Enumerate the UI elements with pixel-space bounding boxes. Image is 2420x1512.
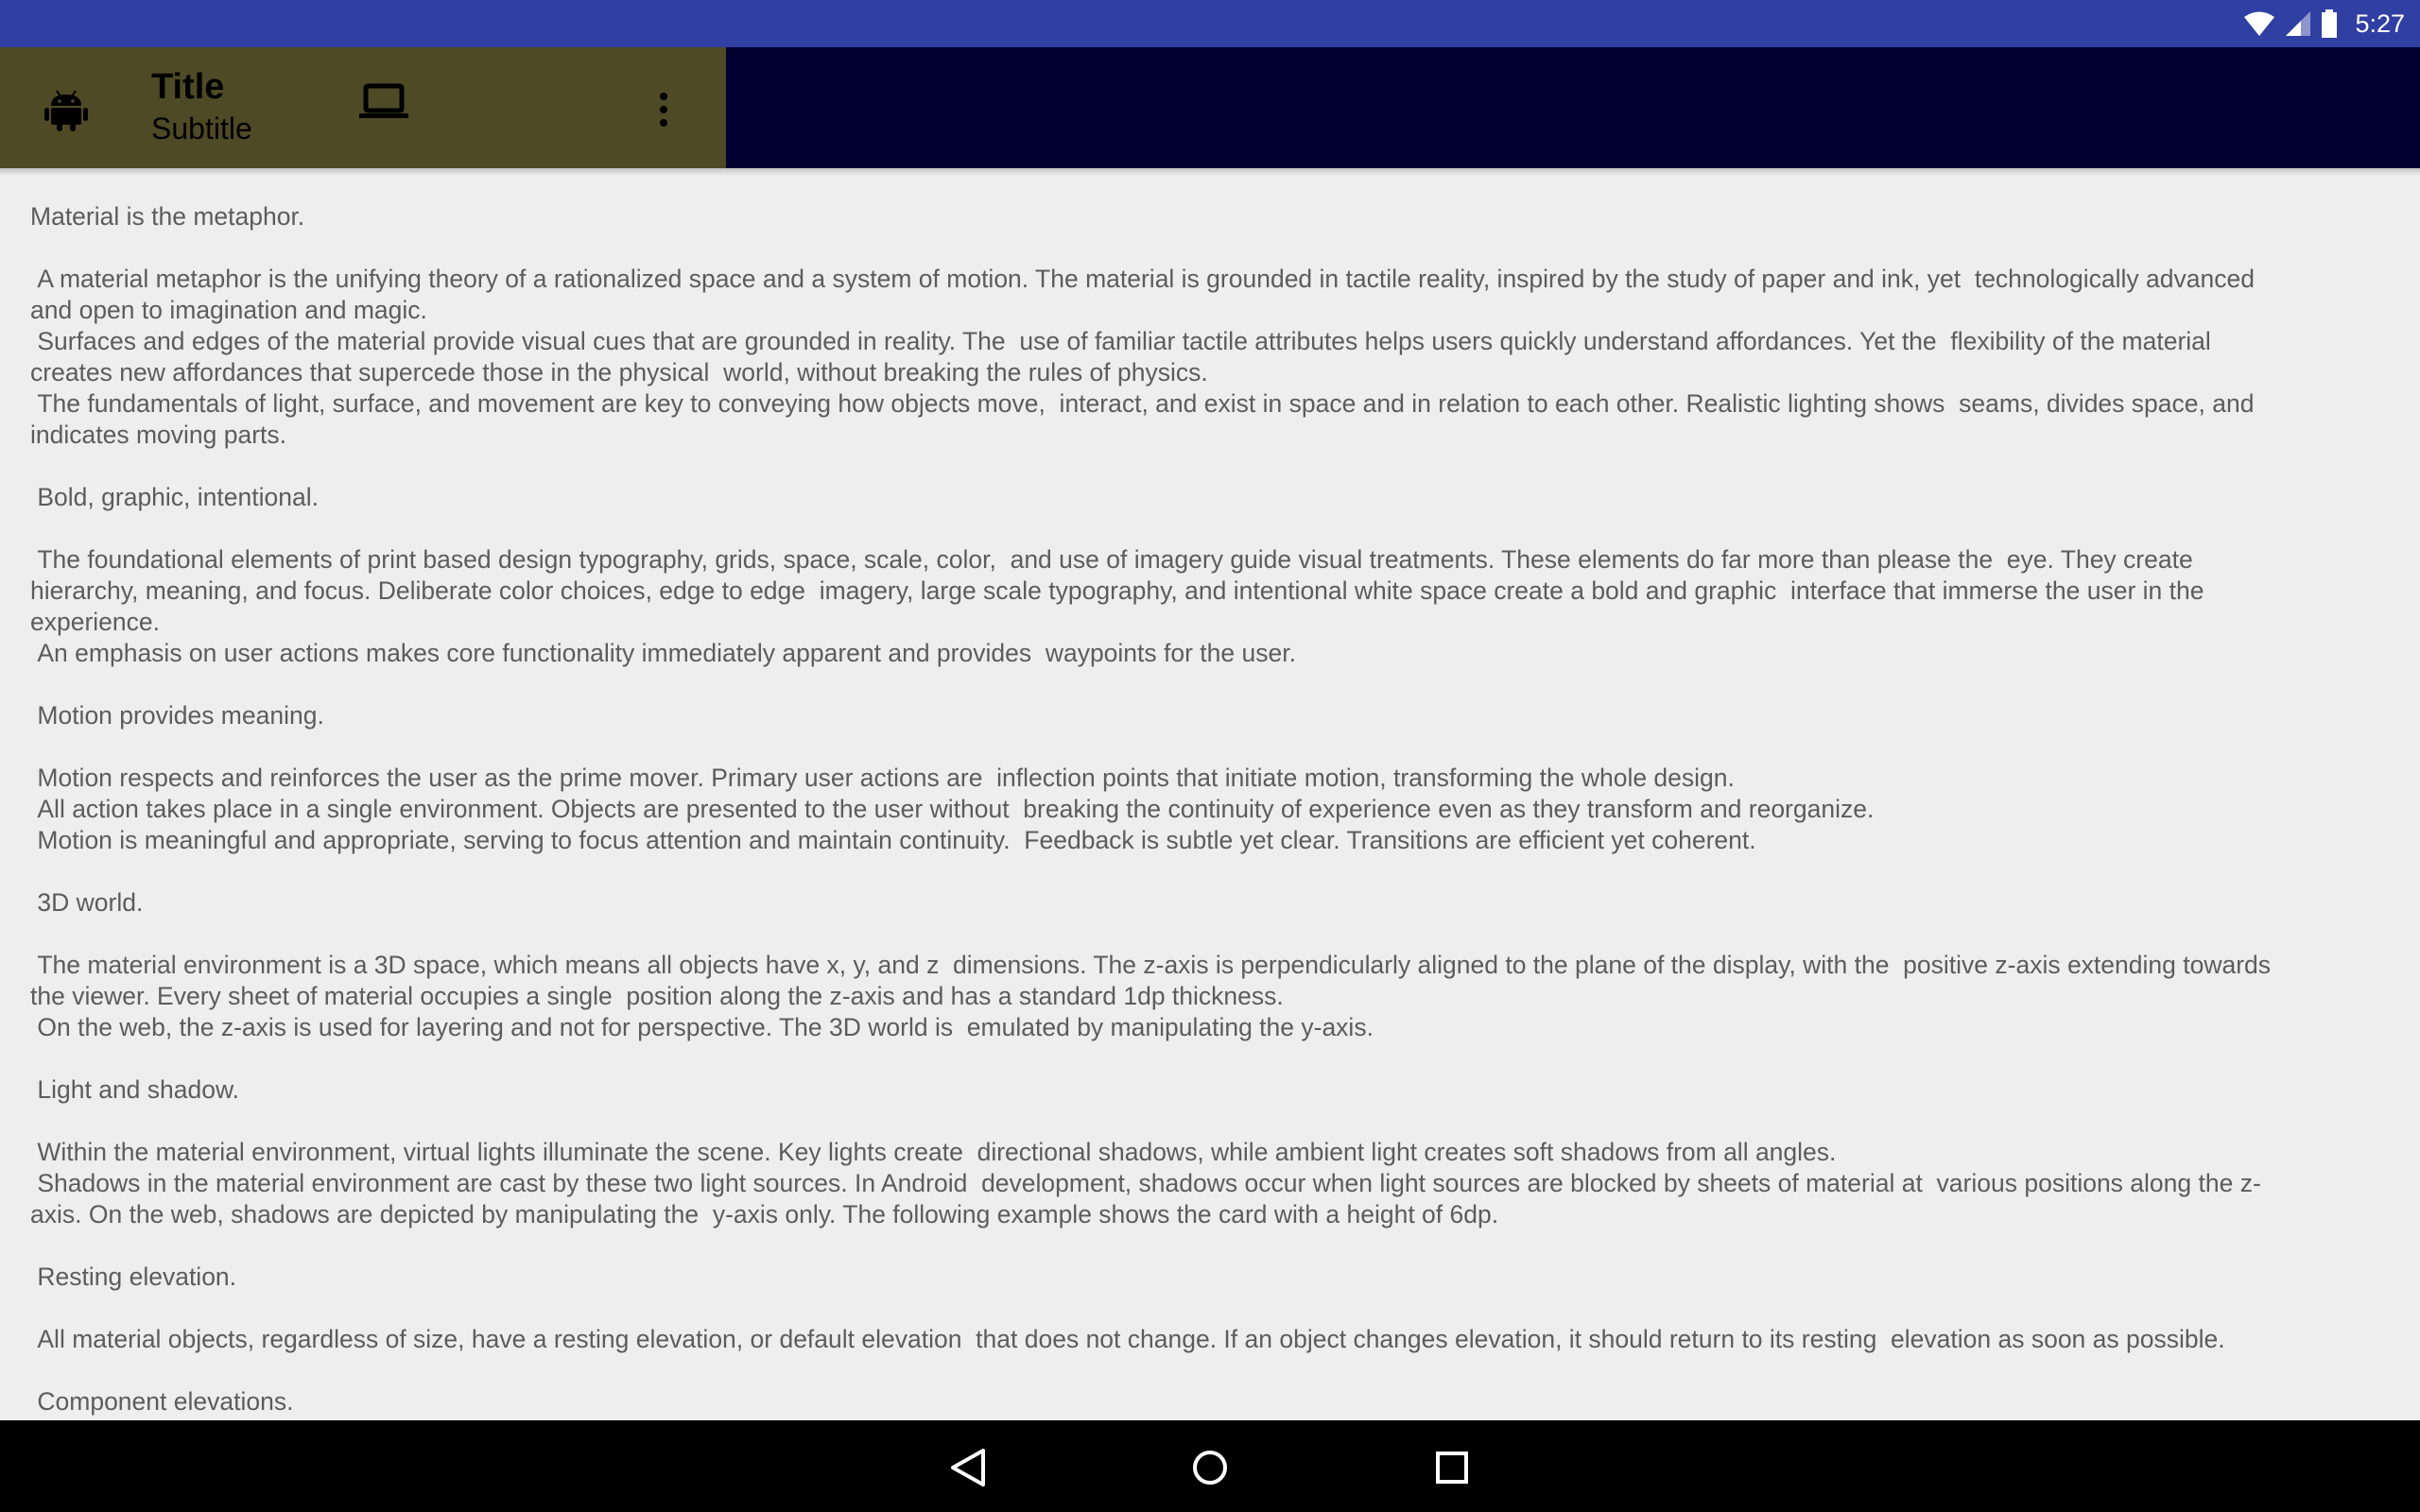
text-line: A material metaphor is the unifying theo… xyxy=(30,265,2255,293)
text-line: Component elevations. xyxy=(30,1387,294,1416)
home-icon[interactable] xyxy=(1189,1447,1231,1488)
text-line: Motion is meaningful and appropriate, se… xyxy=(30,826,1756,854)
text-line: Surfaces and edges of the material provi… xyxy=(30,327,2211,355)
status-time: 5:27 xyxy=(2355,9,2405,38)
android-icon[interactable] xyxy=(43,87,89,132)
text-line: On the web, the z-axis is used for layer… xyxy=(30,1013,1374,1041)
wifi-icon xyxy=(2244,11,2275,36)
text-line: The material environment is a 3D space, … xyxy=(30,951,2272,979)
text-line: Motion provides meaning. xyxy=(30,701,324,730)
toolbar-titles: Title Subtitle xyxy=(151,66,340,147)
toolbar-subtitle: Subtitle xyxy=(151,112,252,146)
toolbar-title: Title xyxy=(151,67,225,107)
text-line: Light and shadow. xyxy=(30,1075,240,1104)
text-line: and open to imagination and magic. xyxy=(30,296,427,324)
toolbar-shadow xyxy=(0,168,2420,176)
text-line: axis. On the web, shadows are depicted b… xyxy=(30,1200,1499,1228)
text-line: creates new affordances that supercede t… xyxy=(30,358,1208,387)
text-line: Motion respects and reinforces the user … xyxy=(30,764,1735,792)
battery-icon xyxy=(2322,9,2338,38)
text-line: indicates moving parts. xyxy=(30,421,287,449)
text-line: All material objects, regardless of size… xyxy=(30,1325,2225,1353)
navigation-bar xyxy=(0,1420,2420,1512)
text-line: The foundational elements of print based… xyxy=(30,545,2193,574)
text-line: hierarchy, meaning, and focus. Deliberat… xyxy=(30,576,2204,605)
text-line: 3D world. xyxy=(30,888,144,917)
text-line: The fundamentals of light, surface, and … xyxy=(30,389,2255,418)
laptop-icon[interactable] xyxy=(359,83,408,121)
status-bar: 5:27 xyxy=(0,0,2420,47)
recents-icon[interactable] xyxy=(1431,1447,1473,1488)
appbar-extension xyxy=(726,47,2420,168)
overflow-menu-icon[interactable] xyxy=(652,89,675,130)
text-line: All action takes place in a single envir… xyxy=(30,795,1875,823)
text-line: Material is the metaphor. xyxy=(30,202,305,231)
text-line: Within the material environment, virtual… xyxy=(30,1138,1837,1166)
text-line: Bold, graphic, intentional. xyxy=(30,483,319,511)
content-text[interactable]: Material is the metaphor. A material met… xyxy=(30,201,2394,1420)
toolbar: Title Subtitle xyxy=(0,47,726,168)
text-line: Shadows in the material environment are … xyxy=(30,1169,2261,1197)
back-icon[interactable] xyxy=(947,1447,989,1488)
text-line: the viewer. Every sheet of material occu… xyxy=(30,982,1284,1010)
cell-signal-icon xyxy=(2286,11,2311,36)
status-icons: 5:27 xyxy=(2243,0,2405,47)
text-line: An emphasis on user actions makes core f… xyxy=(30,639,1296,667)
text-line: experience. xyxy=(30,608,161,636)
text-line: Resting elevation. xyxy=(30,1263,237,1291)
